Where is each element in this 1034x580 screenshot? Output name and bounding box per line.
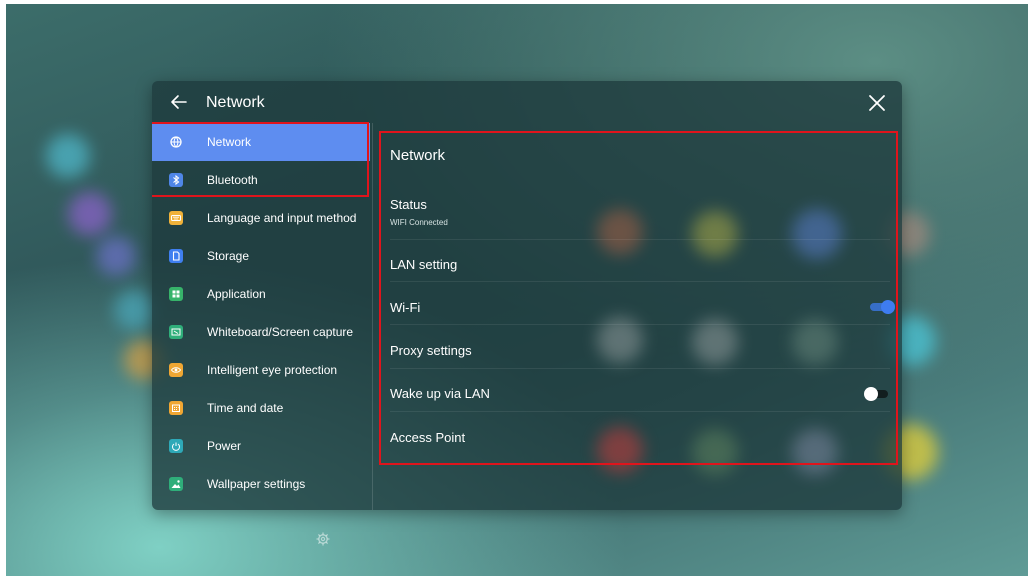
- background-blur: [114, 290, 154, 330]
- apps-icon: [169, 287, 183, 301]
- divider: [390, 324, 890, 325]
- sidebar-item-time-date[interactable]: Time and date: [152, 389, 370, 427]
- settings-sidebar: Network Bluetooth Language and input met…: [152, 123, 373, 510]
- lan-setting-label: LAN setting: [390, 257, 458, 272]
- access-point-label: Access Point: [390, 430, 466, 445]
- content-title: Network: [390, 147, 446, 164]
- sidebar-item-label: Language and input method: [207, 211, 357, 225]
- desktop-background: Network Network Bluetooth Language and i…: [6, 4, 1028, 576]
- window-title: Network: [206, 94, 265, 111]
- background-blur: [96, 236, 136, 276]
- sidebar-item-language[interactable]: Language and input method: [152, 199, 370, 237]
- calendar-icon: [169, 401, 183, 415]
- sidebar-item-label: Power: [207, 439, 242, 453]
- divider: [390, 411, 890, 412]
- divider: [390, 239, 890, 240]
- background-blur: [68, 192, 112, 236]
- sidebar-item-storage[interactable]: Storage: [152, 237, 370, 275]
- close-icon: [869, 95, 885, 111]
- divider: [390, 368, 890, 369]
- sidebar-item-power[interactable]: Power: [152, 427, 370, 465]
- bluetooth-icon: [169, 173, 183, 187]
- sidebar-item-network[interactable]: Network: [152, 123, 370, 161]
- gear-icon[interactable]: [315, 531, 331, 547]
- back-button[interactable]: [166, 89, 192, 115]
- settings-window: Network Network Bluetooth Language and i…: [152, 81, 902, 510]
- sidebar-item-label: Wallpaper settings: [207, 477, 306, 491]
- sidebar-item-eye-protection[interactable]: Intelligent eye protection: [152, 351, 370, 389]
- background-blur: [46, 134, 90, 178]
- lan-setting-row[interactable]: LAN setting: [390, 257, 890, 272]
- image-icon: [169, 477, 183, 491]
- sidebar-item-label: Network: [207, 135, 252, 149]
- wifi-row[interactable]: Wi-Fi: [390, 300, 890, 315]
- globe-icon: [169, 135, 183, 149]
- status-value: WIFI Connected: [390, 218, 448, 227]
- sidebar-item-bluetooth[interactable]: Bluetooth: [152, 161, 370, 199]
- status-label: Status: [390, 197, 427, 212]
- sidebar-item-label: Bluetooth: [207, 173, 258, 187]
- keyboard-icon: [169, 211, 183, 225]
- sidebar-item-wallpaper[interactable]: Wallpaper settings: [152, 465, 370, 503]
- window-header: Network: [152, 81, 902, 125]
- eye-icon: [169, 363, 183, 377]
- sidebar-item-label: Storage: [207, 249, 250, 263]
- power-icon: [169, 439, 183, 453]
- arrow-left-icon: [171, 95, 187, 109]
- proxy-settings-label: Proxy settings: [390, 343, 472, 358]
- wifi-label: Wi-Fi: [390, 300, 421, 315]
- sidebar-item-label: Application: [207, 287, 266, 301]
- wake-lan-label: Wake up via LAN: [390, 386, 490, 401]
- wake-lan-toggle[interactable]: [864, 387, 888, 401]
- screen-capture-icon: [169, 325, 183, 339]
- sidebar-item-whiteboard[interactable]: Whiteboard/Screen capture: [152, 313, 370, 351]
- access-point-row[interactable]: Access Point: [390, 430, 890, 445]
- divider: [390, 281, 890, 282]
- sidebar-item-application[interactable]: Application: [152, 275, 370, 313]
- storage-icon: [169, 249, 183, 263]
- status-row[interactable]: Status WIFI Connected: [390, 197, 890, 227]
- network-content: Network Status WIFI Connected LAN settin…: [374, 125, 902, 510]
- close-button[interactable]: [864, 90, 890, 116]
- wifi-toggle[interactable]: [870, 300, 895, 314]
- wake-lan-row[interactable]: Wake up via LAN: [390, 386, 890, 401]
- sidebar-item-label: Whiteboard/Screen capture: [207, 325, 354, 339]
- sidebar-item-label: Intelligent eye protection: [207, 363, 338, 377]
- proxy-settings-row[interactable]: Proxy settings: [390, 343, 890, 358]
- sidebar-item-label: Time and date: [207, 401, 284, 415]
